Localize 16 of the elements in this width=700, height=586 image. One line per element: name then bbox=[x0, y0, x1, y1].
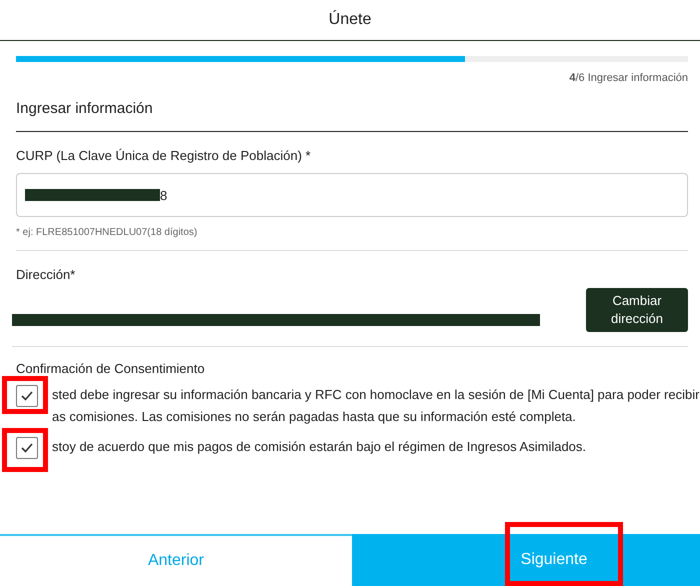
field-label: Dirección* bbox=[16, 267, 76, 282]
checkbox[interactable] bbox=[16, 385, 38, 407]
check-icon bbox=[20, 390, 34, 402]
change-address-button[interactable]: Cambiar dirección bbox=[586, 288, 688, 332]
checkbox[interactable] bbox=[16, 437, 38, 459]
check-icon bbox=[20, 442, 34, 454]
hint-text: * ej: FLRE851007HNEDLU07(18 dígitos) bbox=[16, 227, 688, 251]
consent-text: sted debe ingresar su información bancaria y RFC con homoclave en la sesión de [Mi Cuenta] para poder recibir bbox=[52, 386, 700, 404]
consent-text: as comisiones. Las comisiones no serán pagadas hasta que su información esté completa. bbox=[52, 408, 577, 426]
input-field[interactable]: 8 bbox=[16, 173, 688, 217]
window-title: Únete bbox=[328, 11, 372, 29]
section-title: Ingresar información bbox=[16, 100, 688, 132]
field-label: CURP (La Clave Única de Registro de Población) * bbox=[16, 148, 312, 163]
consent-title: Confirmación de Consentimiento bbox=[16, 361, 206, 376]
consent-text: stoy de acuerdo que mis pagos de comisión estarán bajo el régimen de Ingresos Asimilados. bbox=[52, 438, 586, 456]
step-indicator: 4/6 Ingresar información bbox=[569, 72, 688, 84]
